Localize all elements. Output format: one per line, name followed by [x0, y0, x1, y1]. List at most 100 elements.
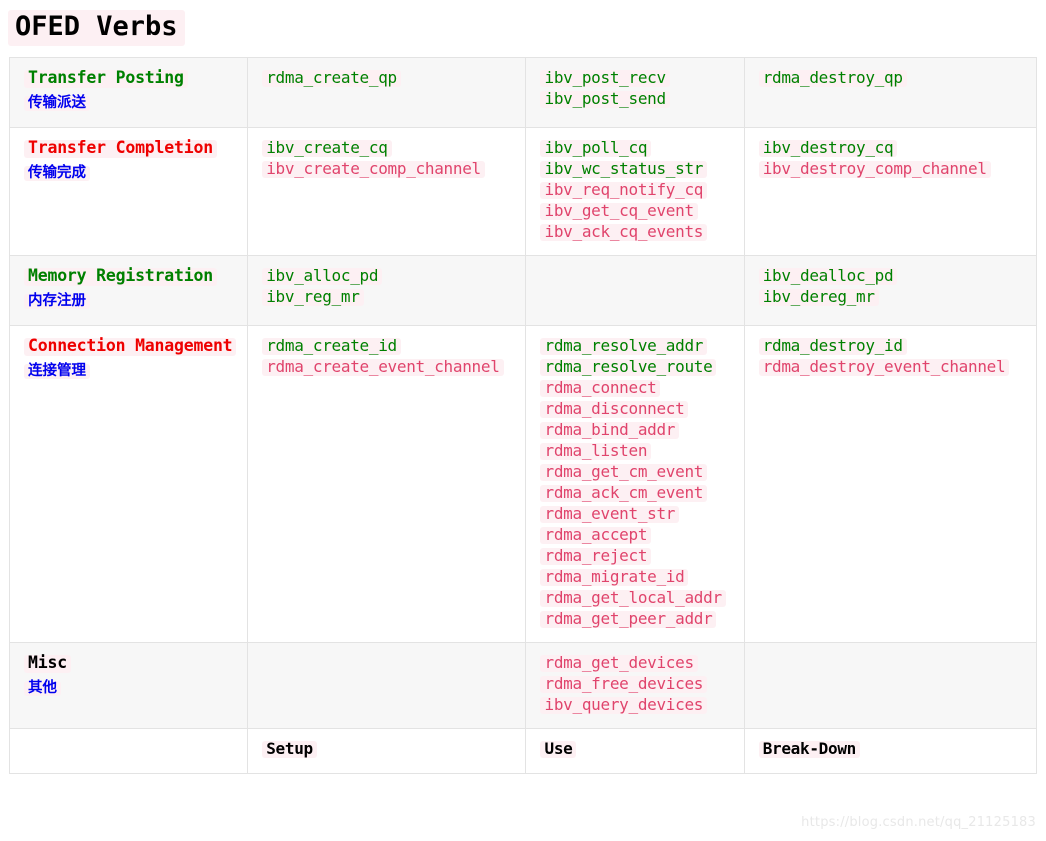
category-zh-line: 内存注册: [24, 290, 233, 309]
footer-cell-category: [8, 728, 249, 774]
category-label-en: Connection Management: [24, 337, 237, 356]
verb-entry: rdma_listen: [540, 441, 729, 460]
verb-name: rdma_reject: [540, 548, 652, 565]
verb-entry: rdma_migrate_id: [540, 567, 729, 586]
table-row: Connection Management 连接管理 rdma_create_id r…: [8, 325, 1038, 643]
verb-entry: rdma_get_peer_addr: [540, 609, 729, 628]
verb-entry: rdma_disconnect: [540, 399, 729, 418]
category-en-line: Misc: [24, 653, 233, 673]
verb-name: rdma_destroy_id: [758, 338, 907, 355]
verb-entry: ibv_query_devices: [540, 695, 729, 714]
category-label-zh: 传输派送: [24, 95, 90, 111]
cell-setup: [247, 642, 527, 729]
cell-category: Transfer Posting 传输派送: [8, 57, 249, 128]
footer-cell-use: Use: [525, 728, 745, 774]
verb-name: ibv_create_cq: [262, 140, 392, 157]
category-label-en: Misc: [24, 654, 71, 673]
verb-name: ibv_alloc_pd: [262, 268, 383, 285]
table-row: Transfer Posting 传输派送 rdma_create_qp ibv_po…: [8, 57, 1038, 128]
verb-entry: rdma_destroy_id: [758, 336, 1022, 355]
verb-name: ibv_reg_mr: [262, 289, 364, 306]
category-label-en: Transfer Posting: [24, 69, 188, 88]
category-label-zh: 连接管理: [24, 363, 90, 379]
title-bar: OFED Verbs: [0, 0, 1046, 48]
verb-entry: ibv_dereg_mr: [758, 287, 1022, 306]
verb-name: ibv_get_cq_event: [540, 203, 698, 220]
verb-name: ibv_destroy_comp_channel: [758, 161, 991, 178]
verb-name: ibv_wc_status_str: [540, 161, 708, 178]
footer-cell-breakdown: Break-Down: [743, 728, 1038, 774]
category-zh-line: 连接管理: [24, 360, 233, 379]
verb-name: rdma_connect: [540, 380, 661, 397]
category-zh-line: 传输完成: [24, 162, 233, 181]
verb-entry: rdma_create_id: [262, 336, 511, 355]
verb-name: rdma_event_str: [540, 506, 680, 523]
table-row: Misc 其他 rdma_get_devices rdma_free_devicesi…: [8, 642, 1038, 729]
verb-name: rdma_create_qp: [262, 70, 401, 87]
verb-entry: ibv_req_notify_cq: [540, 180, 729, 199]
verb-name: rdma_get_devices: [540, 655, 698, 672]
verb-entry: rdma_destroy_event_channel: [758, 357, 1022, 376]
verb-entry: rdma_event_str: [540, 504, 729, 523]
category-label-en: Memory Registration: [24, 267, 217, 286]
verb-name: ibv_req_notify_cq: [540, 182, 708, 199]
verb-name: rdma_create_id: [262, 338, 401, 355]
category-en-line: Connection Management: [24, 336, 237, 356]
verb-entry: rdma_resolve_addr: [540, 336, 729, 355]
verb-name: rdma_ack_cm_event: [540, 485, 708, 502]
verb-entry: rdma_create_qp: [262, 68, 511, 87]
verb-name: rdma_accept: [540, 527, 652, 544]
verb-name: rdma_resolve_route: [540, 359, 717, 376]
category-label-zh: 其他: [24, 680, 61, 696]
cell-category: Connection Management 连接管理: [8, 325, 249, 643]
verb-name: rdma_bind_addr: [540, 422, 680, 439]
footer-label: Use: [540, 741, 577, 758]
verb-name: ibv_ack_cq_events: [540, 224, 708, 241]
table-footer-row: Setup Use Break-Down: [8, 728, 1038, 774]
verb-entry: ibv_alloc_pd: [262, 266, 511, 285]
cell-breakdown: ibv_dealloc_pd ibv_dereg_mr: [743, 255, 1038, 326]
verb-entry: ibv_reg_mr: [262, 287, 511, 306]
verb-entry: ibv_destroy_comp_channel: [758, 159, 1022, 178]
verb-entry: ibv_create_cq: [262, 138, 511, 157]
verb-entry: rdma_get_local_addr: [540, 588, 729, 607]
verb-entry: ibv_destroy_cq: [758, 138, 1022, 157]
verb-name: rdma_destroy_qp: [758, 70, 907, 87]
verb-entry: rdma_ack_cm_event: [540, 483, 729, 502]
cell-use: rdma_get_devices rdma_free_devices ibv_que…: [525, 642, 745, 729]
table-body: Transfer Posting 传输派送 rdma_create_qp ibv_po…: [8, 57, 1038, 774]
category-label-zh: 传输完成: [24, 165, 90, 181]
cell-setup: ibv_create_cq ibv_create_comp_channel: [247, 127, 527, 256]
verb-entry: ibv_post_recv: [540, 68, 729, 87]
verb-entry: rdma_destroy_qp: [758, 68, 1022, 87]
verb-entry: ibv_ack_cq_events: [540, 222, 729, 241]
cell-breakdown: ibv_destroy_cq ibv_destroy_comp_channel: [743, 127, 1038, 256]
verb-entry: rdma_resolve_route: [540, 357, 729, 376]
verb-entry: rdma_reject: [540, 546, 729, 565]
verb-entry: ibv_post_send: [540, 89, 729, 108]
footer-cell-setup: Setup: [247, 728, 527, 774]
verb-name: rdma_get_local_addr: [540, 590, 726, 607]
verb-entry: rdma_connect: [540, 378, 729, 397]
category-en-line: Transfer Completion: [24, 138, 233, 158]
cell-use: ibv_poll_cq ibv_wc_status_str ibv_req_noti…: [525, 127, 745, 256]
cell-setup: rdma_create_qp: [247, 57, 527, 128]
verb-entry: rdma_accept: [540, 525, 729, 544]
cell-category: Misc 其他: [8, 642, 249, 729]
verb-name: rdma_create_event_channel: [262, 359, 504, 376]
verb-name: rdma_get_peer_addr: [540, 611, 717, 628]
category-en-line: Transfer Posting: [24, 68, 233, 88]
verb-entry: rdma_free_devices: [540, 674, 729, 693]
verb-entry: ibv_create_comp_channel: [262, 159, 511, 178]
table-row: Transfer Completion 传输完成 ibv_create_cq ibv_…: [8, 127, 1038, 256]
category-label-zh: 内存注册: [24, 293, 90, 309]
verb-entry: ibv_wc_status_str: [540, 159, 729, 178]
cell-use: rdma_resolve_addr rdma_resolve_route rdma_…: [525, 325, 745, 643]
verb-name: ibv_query_devices: [540, 697, 708, 714]
cell-category: Transfer Completion 传输完成: [8, 127, 249, 256]
verb-entry: rdma_bind_addr: [540, 420, 729, 439]
verb-name: ibv_poll_cq: [540, 140, 652, 157]
category-en-line: Memory Registration: [24, 266, 233, 286]
page-title: OFED Verbs: [8, 10, 185, 46]
category-zh-line: 其他: [24, 677, 233, 696]
